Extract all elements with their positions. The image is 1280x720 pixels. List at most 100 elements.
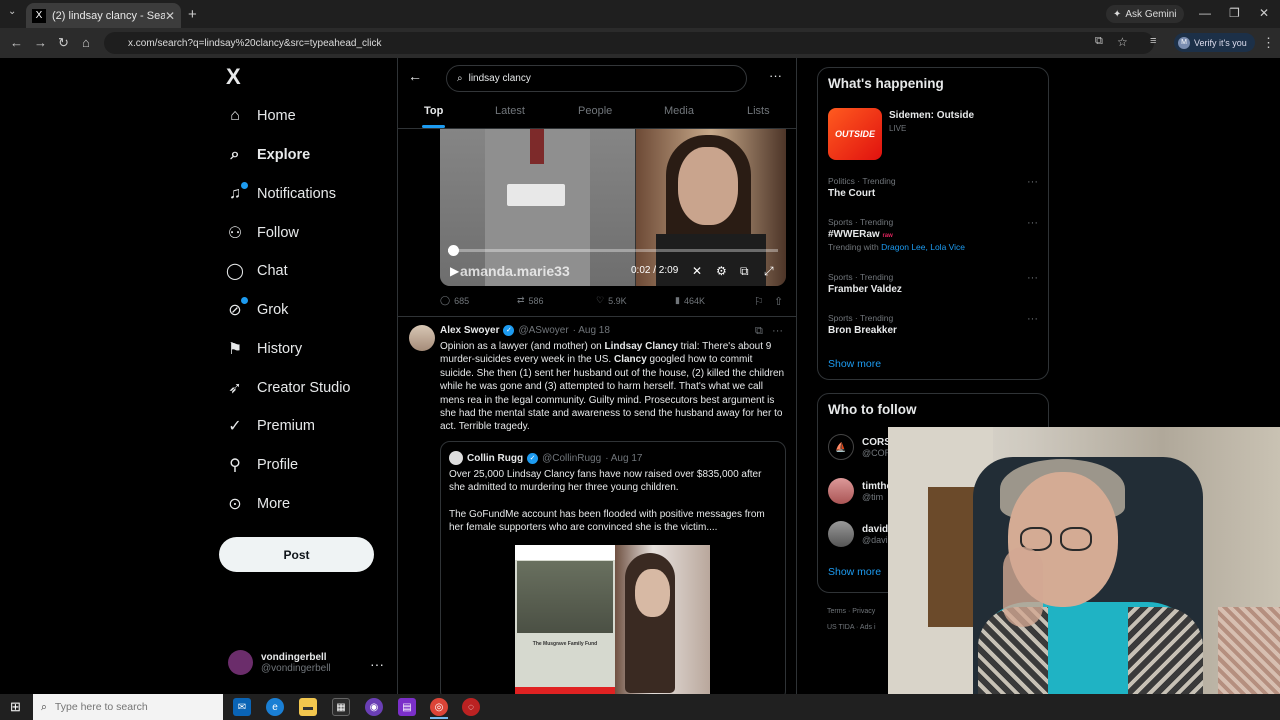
- nav-creator-studio-label: Creator Studio: [257, 380, 351, 396]
- nav-explore[interactable]: ⌕ Explore: [226, 140, 311, 170]
- forward-icon[interactable]: →: [34, 35, 47, 50]
- person-plus-icon: ⚇: [227, 225, 243, 242]
- search-tabs: Top Latest People Media Lists: [398, 100, 796, 129]
- close-window-icon[interactable]: ✕: [1259, 6, 1269, 20]
- fullscreen-icon[interactable]: ⤢: [764, 264, 774, 279]
- media-icon[interactable]: ≡: [1150, 35, 1156, 47]
- back-arrow-icon[interactable]: ←: [408, 68, 422, 84]
- tab-people[interactable]: People: [578, 105, 612, 117]
- nav-chat[interactable]: ◯ Chat: [226, 256, 288, 286]
- close-tab-icon[interactable]: ✕: [165, 9, 175, 23]
- search-box[interactable]: ⌕: [446, 65, 747, 92]
- video-frame-right: [636, 129, 786, 286]
- nav-home[interactable]: ⌂ Home: [226, 101, 296, 131]
- install-icon[interactable]: ⧉: [1095, 35, 1103, 48]
- home-browser-icon[interactable]: ⌂: [82, 35, 90, 50]
- app-icon[interactable]: ◌: [462, 698, 480, 716]
- tweet-author-handle[interactable]: @ASwoyer: [518, 325, 568, 336]
- tab-lists[interactable]: Lists: [747, 105, 770, 117]
- footer-line[interactable]: Terms · Privacy: [827, 604, 876, 620]
- back-icon[interactable]: ←: [10, 35, 23, 50]
- follow-suggestion[interactable]: timthe @tim: [828, 478, 892, 504]
- picture-in-picture-icon[interactable]: ⧉: [740, 264, 749, 279]
- mute-icon[interactable]: ✕: [692, 264, 702, 278]
- views-action[interactable]: ▮ 464K: [675, 295, 705, 306]
- account-more-icon[interactable]: ···: [370, 656, 384, 672]
- bookmark-star-icon[interactable]: ☆: [1117, 35, 1128, 49]
- tab-media[interactable]: Media: [664, 105, 694, 117]
- outlook-icon[interactable]: ✉: [233, 698, 251, 716]
- nav-notifications[interactable]: ♫ Notifications: [226, 179, 336, 209]
- ask-gemini-button[interactable]: ✦ Ask Gemini: [1106, 5, 1184, 23]
- restore-icon[interactable]: ❐: [1229, 6, 1240, 20]
- app-icon[interactable]: ▤: [398, 698, 416, 716]
- views-icon: ▮: [675, 295, 680, 305]
- tab-top[interactable]: Top: [421, 105, 446, 128]
- tab-list-icon[interactable]: ⌄: [8, 6, 16, 17]
- store-icon[interactable]: ▦: [332, 698, 350, 716]
- reply-action[interactable]: ◯ 685: [440, 295, 469, 306]
- repost-action[interactable]: ⇄ 586: [517, 295, 544, 306]
- like-action[interactable]: ♡ 5.9K: [596, 295, 627, 306]
- trend-more-icon[interactable]: ···: [1027, 176, 1038, 188]
- bookmark-icon[interactable]: ⚐: [754, 295, 764, 308]
- tweet-author-name[interactable]: Alex Swoyer: [440, 325, 499, 336]
- windows-start-icon[interactable]: ⊞: [10, 699, 21, 715]
- trend-more-icon[interactable]: ···: [1027, 272, 1038, 284]
- url-field[interactable]: x.com/search?q=lindsay%20clancy&src=type…: [104, 32, 1154, 54]
- show-more-link[interactable]: Show more: [828, 358, 881, 370]
- quote-image-portrait[interactable]: [615, 545, 710, 695]
- video-player[interactable]: amanda.marie33 ▶ 0:02 / 2:09 ✕ ⚙ ⧉ ⤢: [440, 129, 786, 286]
- progress-handle[interactable]: [447, 245, 459, 256]
- grok-explain-icon[interactable]: ⧉: [755, 325, 763, 337]
- video-progress-bar[interactable]: [447, 245, 778, 256]
- footer-links: Terms · Privacy US TIDA · Ads i: [827, 604, 876, 636]
- show-more-link[interactable]: Show more: [828, 566, 881, 578]
- new-tab-icon[interactable]: +: [188, 6, 197, 23]
- search-more-icon[interactable]: ···: [769, 68, 782, 83]
- trend-item[interactable]: Sports · Trending Framber Valdez: [828, 272, 902, 295]
- verify-profile-button[interactable]: M Verify it's you: [1174, 33, 1255, 52]
- trend-more-icon[interactable]: ···: [1027, 217, 1038, 229]
- settings-gear-icon[interactable]: ⚙: [716, 264, 727, 278]
- file-explorer-icon[interactable]: ▬: [299, 698, 317, 716]
- tab-latest[interactable]: Latest: [495, 105, 525, 117]
- minimize-icon[interactable]: —: [1199, 6, 1211, 20]
- event-name[interactable]: Sidemen: Outside: [889, 110, 974, 121]
- nav-premium[interactable]: ✓ Premium: [226, 411, 315, 441]
- post-button[interactable]: Post: [219, 537, 374, 572]
- avatar[interactable]: [409, 325, 435, 351]
- chat-icon: ◯: [226, 263, 244, 280]
- chrome-icon[interactable]: ◎: [430, 698, 448, 716]
- quote-image-gofundme[interactable]: The Musgrave Family Fund: [515, 545, 615, 695]
- search-input[interactable]: [468, 73, 729, 84]
- nav-profile[interactable]: ⚲ Profile: [226, 450, 298, 480]
- play-icon[interactable]: ▶: [450, 264, 459, 278]
- browser-menu-icon[interactable]: ⋮: [1262, 35, 1275, 51]
- nav-more[interactable]: ⊙ More: [226, 489, 290, 519]
- reload-icon[interactable]: ↻: [58, 35, 69, 51]
- app-icon[interactable]: ◉: [365, 698, 383, 716]
- tweet-date[interactable]: · Aug 18: [573, 325, 610, 336]
- trend-item[interactable]: Sports · Trending #WWERaw raw Trending w…: [828, 217, 965, 252]
- browser-tab[interactable]: X (2) lindsay clancy - Search / X ✕: [26, 3, 181, 28]
- share-icon[interactable]: ⇧: [774, 295, 783, 308]
- nav-creator-studio[interactable]: ➶ Creator Studio: [226, 373, 351, 403]
- footer-line[interactable]: US TIDA · Ads i: [827, 620, 876, 636]
- nav-grok[interactable]: ⊘ Grok: [226, 295, 288, 325]
- trend-item[interactable]: Politics · Trending The Court: [828, 176, 896, 199]
- taskbar-search[interactable]: ⌕: [33, 694, 223, 720]
- nav-history[interactable]: ⚑ History: [226, 334, 302, 364]
- follow-suggestion[interactable]: david @davi: [828, 521, 888, 547]
- tweet-more-icon[interactable]: ···: [772, 325, 783, 337]
- edge-icon[interactable]: e: [266, 698, 284, 716]
- event-thumbnail[interactable]: OUTSIDE: [828, 108, 882, 160]
- account-switcher[interactable]: vondingerbell @vondingerbell: [228, 650, 331, 675]
- taskbar-search-input[interactable]: [54, 701, 185, 713]
- nav-follow[interactable]: ⚇ Follow: [226, 218, 299, 248]
- x-logo-icon[interactable]: X: [226, 64, 241, 90]
- quoted-tweet[interactable]: Collin Rugg ✓ @CollinRugg · Aug 17 Over …: [440, 441, 786, 701]
- follow-suggestion[interactable]: ⛵ CORS @COR: [828, 434, 891, 460]
- trend-more-icon[interactable]: ···: [1027, 313, 1038, 325]
- trend-item[interactable]: Sports · Trending Bron Breakker: [828, 313, 897, 336]
